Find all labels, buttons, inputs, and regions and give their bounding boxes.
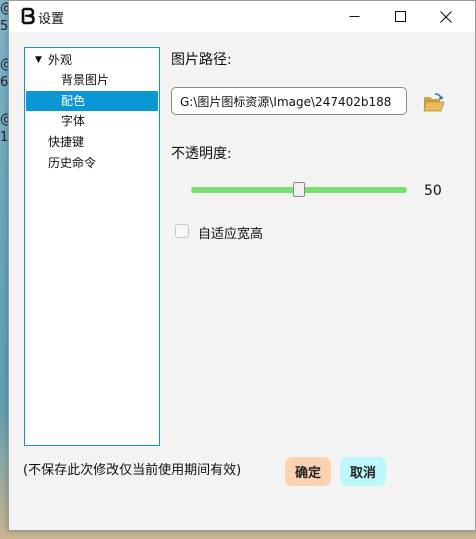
tree-item-background-image[interactable]: 背景图片 <box>26 70 158 90</box>
image-path-label: 图片路径: <box>171 52 232 68</box>
tree-item-appearance[interactable]: ▼ 外观 <box>26 50 158 70</box>
tree-item-label: 字体 <box>61 114 86 128</box>
tree-item-label: 外观 <box>48 53 73 67</box>
tree-item-font[interactable]: 字体 <box>26 111 158 131</box>
close-icon <box>440 10 452 23</box>
tree-item-label: 快捷键 <box>48 135 85 149</box>
adaptive-size-checkbox[interactable] <box>175 224 189 238</box>
minimize-icon <box>349 16 359 17</box>
desktop-fragment: @ <box>0 113 8 127</box>
tree-item-color-scheme[interactable]: 配色 <box>26 91 158 111</box>
confirm-button[interactable]: 确定 <box>285 457 331 486</box>
desktop-fragment: @ <box>0 58 8 72</box>
tree-item-label: 配色 <box>61 94 86 108</box>
app-logo-icon <box>21 7 35 25</box>
close-button[interactable] <box>423 1 469 32</box>
open-folder-icon[interactable] <box>423 93 445 113</box>
settings-category-tree[interactable]: ▼ 外观 背景图片 配色 字体 快捷键 历史命令 <box>24 47 160 446</box>
title-bar[interactable]: 设置 <box>9 1 475 32</box>
maximize-button[interactable] <box>377 1 423 32</box>
minimize-button[interactable] <box>331 1 377 32</box>
tree-item-label: 历史命令 <box>48 156 97 170</box>
desktop-fragment: 1 <box>0 131 8 145</box>
opacity-label: 不透明度: <box>171 146 232 162</box>
window-title: 设置 <box>38 12 65 27</box>
temporary-change-note: (不保存此次修改仅当前使用期间有效) <box>23 463 242 478</box>
opacity-value: 50 <box>424 183 442 199</box>
opacity-slider-thumb[interactable] <box>293 182 305 197</box>
desktop-fragment: 6 <box>0 76 8 90</box>
expand-triangle-icon[interactable]: ▼ <box>35 50 42 70</box>
tree-item-shortcuts[interactable]: 快捷键 <box>26 132 158 152</box>
adaptive-size-label: 自适应宽高 <box>198 227 264 242</box>
cancel-button[interactable]: 取消 <box>340 457 386 486</box>
desktop-fragment: 5 <box>0 20 8 34</box>
settings-window: 设置 ▼ 外观 背景图片 配色 字体 快捷键 历史命令 图片路径: G:\图片图… <box>8 0 476 531</box>
tree-item-label: 背景图片 <box>61 73 110 87</box>
tree-item-history-commands[interactable]: 历史命令 <box>26 153 158 173</box>
desktop-fragment: @ <box>0 2 8 16</box>
maximize-icon <box>394 11 406 22</box>
image-path-input[interactable] <box>171 87 407 115</box>
